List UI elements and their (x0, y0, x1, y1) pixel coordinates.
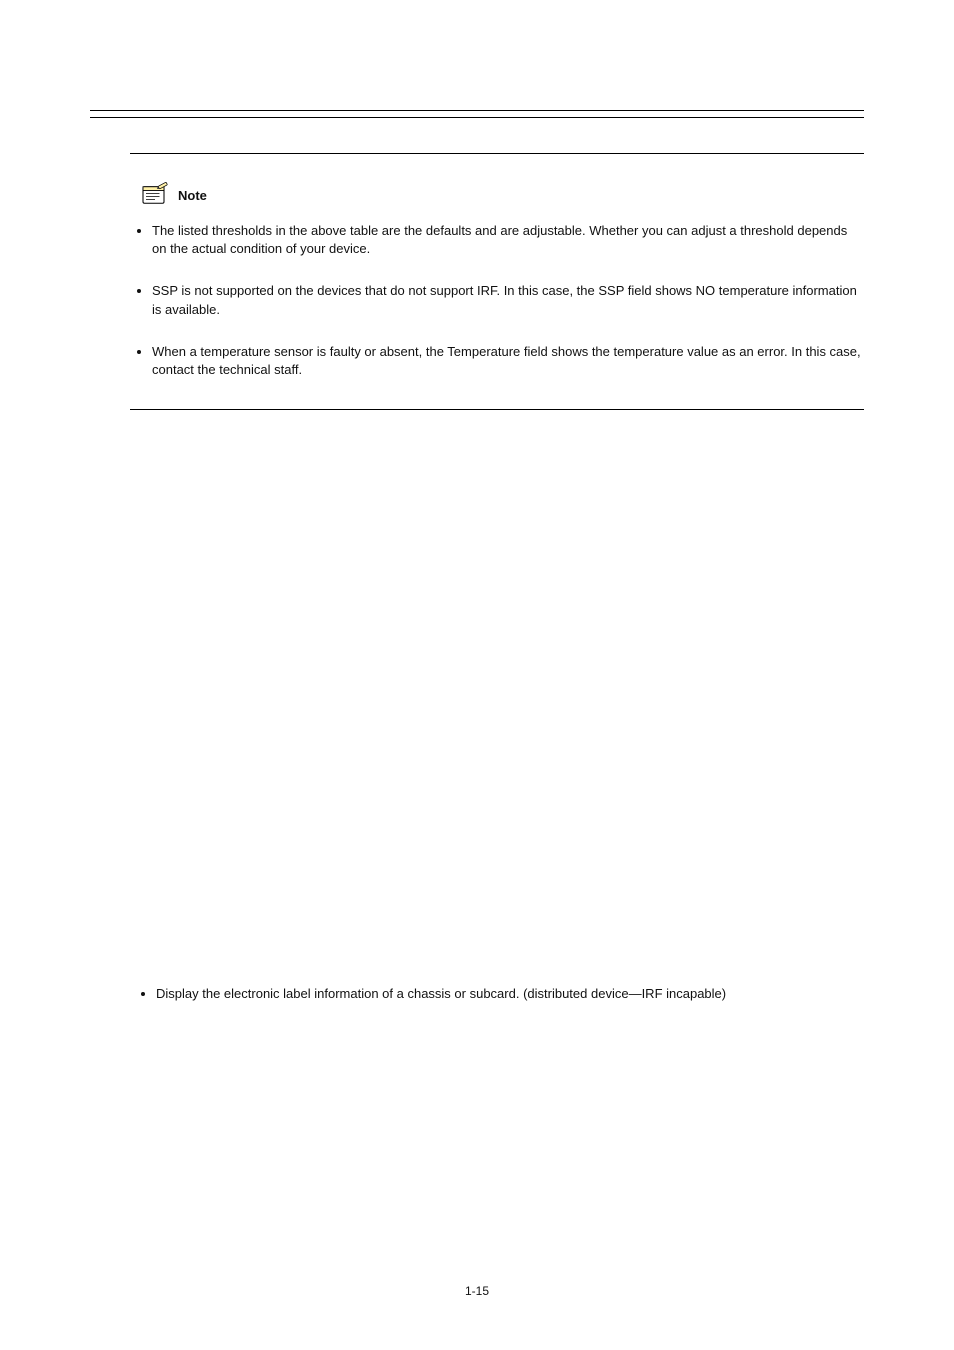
note-header: Note (140, 182, 864, 208)
page: Note The listed thresholds in the above … (0, 0, 954, 1350)
note-bottom-rule (130, 409, 864, 410)
list-item: Display the electronic label information… (156, 985, 864, 1003)
list-item: SSP is not supported on the devices that… (152, 282, 864, 318)
top-horizontal-rule (90, 110, 864, 111)
note-label: Note (178, 188, 207, 203)
note-block: Note The listed thresholds in the above … (130, 153, 864, 410)
list-item: The listed thresholds in the above table… (152, 222, 864, 258)
page-number: 1-15 (0, 1284, 954, 1298)
list-item: When a temperature sensor is faulty or a… (152, 343, 864, 379)
body-bullet-list: Display the electronic label information… (156, 985, 864, 1003)
note-bullet-list: The listed thresholds in the above table… (152, 222, 864, 379)
note-top-rule (130, 153, 864, 154)
second-horizontal-rule (90, 117, 864, 118)
note-icon (140, 182, 170, 208)
